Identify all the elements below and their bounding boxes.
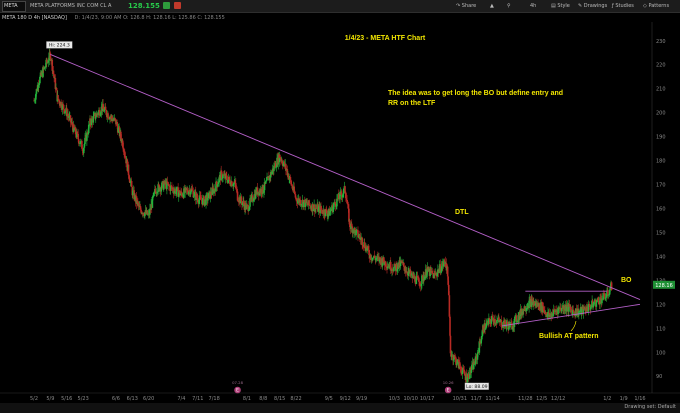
chart-title: 1/4/23 - META HTF Chart — [345, 35, 426, 42]
dtl-label: DTL — [455, 209, 469, 216]
candle-body — [51, 59, 54, 71]
candle-body — [124, 155, 127, 158]
status-bar — [0, 403, 680, 413]
y-tick-label: 210 — [656, 87, 666, 93]
candle-body — [403, 262, 405, 267]
earnings-event-letter: E — [236, 388, 239, 394]
high-marker-label: Hi: 224.3 — [49, 42, 70, 48]
x-tick-label: 1/16 — [634, 396, 645, 402]
candle-body — [265, 180, 268, 182]
x-tick-label: 5/2 — [30, 396, 38, 402]
x-tick-label: 5/23 — [78, 396, 89, 402]
y-tick-label: 190 — [656, 135, 666, 141]
candle-body — [446, 266, 449, 277]
event-date-label: 07.28 — [232, 380, 243, 385]
x-tick-label: 10/10 — [403, 396, 417, 402]
candle-body — [57, 95, 59, 100]
x-tick-label: 6/13 — [127, 396, 138, 402]
y-tick-label: 180 — [656, 159, 666, 165]
chart-note: The idea was to get long the BO but defi… — [388, 90, 563, 107]
x-tick-label: 10/17 — [420, 396, 434, 402]
y-tick-label: 220 — [656, 63, 666, 69]
y-tick-label: 150 — [656, 230, 666, 236]
x-tick-label: 8/15 — [274, 396, 285, 402]
x-tick-label: 9/12 — [340, 396, 351, 402]
candle-body — [207, 198, 209, 201]
candle-body — [448, 295, 451, 317]
x-tick-label: 12/12 — [551, 396, 565, 402]
y-tick-label: 160 — [656, 207, 666, 213]
candle-body — [217, 184, 219, 187]
x-tick-label: 12/5 — [536, 396, 547, 402]
x-tick-label: 1/9 — [620, 396, 628, 402]
x-tick-label: 5/16 — [61, 396, 72, 402]
x-tick-label: 7/11 — [192, 396, 203, 402]
y-tick-label: 230 — [656, 39, 666, 45]
low-marker-label: Lo: 88.09 — [466, 384, 488, 390]
bullish-at-label: Bullish AT pattern — [539, 333, 599, 340]
earnings-event-letter: E — [447, 388, 450, 394]
candle-body — [92, 115, 95, 123]
event-date-label: 10.26 — [443, 380, 454, 385]
x-tick-label: 7/4 — [177, 396, 185, 402]
candle-body — [490, 319, 493, 324]
candle-body — [610, 282, 613, 291]
y-tick-label: 90 — [656, 374, 662, 380]
x-tick-label: 5/9 — [46, 396, 54, 402]
candle-body — [215, 181, 218, 185]
x-tick-label: 10/3 — [389, 396, 400, 402]
y-tick-label: 110 — [656, 326, 666, 332]
chart-note-line: The idea was to get long the BO but defi… — [388, 90, 563, 97]
bo-label: BO — [621, 277, 632, 284]
x-tick-label: 11/14 — [485, 396, 499, 402]
x-tick-label: 6/6 — [112, 396, 120, 402]
price-chart[interactable]: 9010011012013014015016017018019020021022… — [0, 0, 680, 413]
candle-body — [496, 320, 498, 324]
x-tick-label: 8/1 — [243, 396, 251, 402]
y-tick-label: 120 — [656, 302, 666, 308]
candle-body — [494, 319, 496, 324]
x-tick-label: 10/31 — [453, 396, 467, 402]
candle-body — [449, 316, 451, 336]
y-tick-label: 140 — [656, 254, 666, 260]
x-tick-label: 8/8 — [259, 396, 267, 402]
last-price-tag-label: 128.16 — [655, 283, 673, 289]
candle-body — [127, 164, 130, 176]
x-tick-label: 11/28 — [518, 396, 532, 402]
x-tick-label: 1/2 — [603, 396, 611, 402]
x-tick-label: 9/19 — [356, 396, 367, 402]
x-tick-label: 9/5 — [325, 396, 333, 402]
candle-body — [55, 87, 58, 91]
annotation-arrow — [570, 320, 577, 332]
chart-layer: 9010011012013014015016017018019020021022… — [0, 22, 680, 402]
x-tick-label: 6/20 — [143, 396, 154, 402]
x-tick-label: 8/22 — [290, 396, 301, 402]
x-tick-label: 7/18 — [209, 396, 220, 402]
x-tick-label: 11/7 — [471, 396, 482, 402]
y-tick-label: 200 — [656, 111, 666, 117]
chart-note-line: RR on the LTF — [388, 100, 436, 107]
drawing-set-status[interactable]: Drawing set: Default — [624, 404, 676, 410]
y-tick-label: 170 — [656, 183, 666, 189]
y-tick-label: 100 — [656, 350, 666, 356]
candle-body — [62, 104, 65, 110]
